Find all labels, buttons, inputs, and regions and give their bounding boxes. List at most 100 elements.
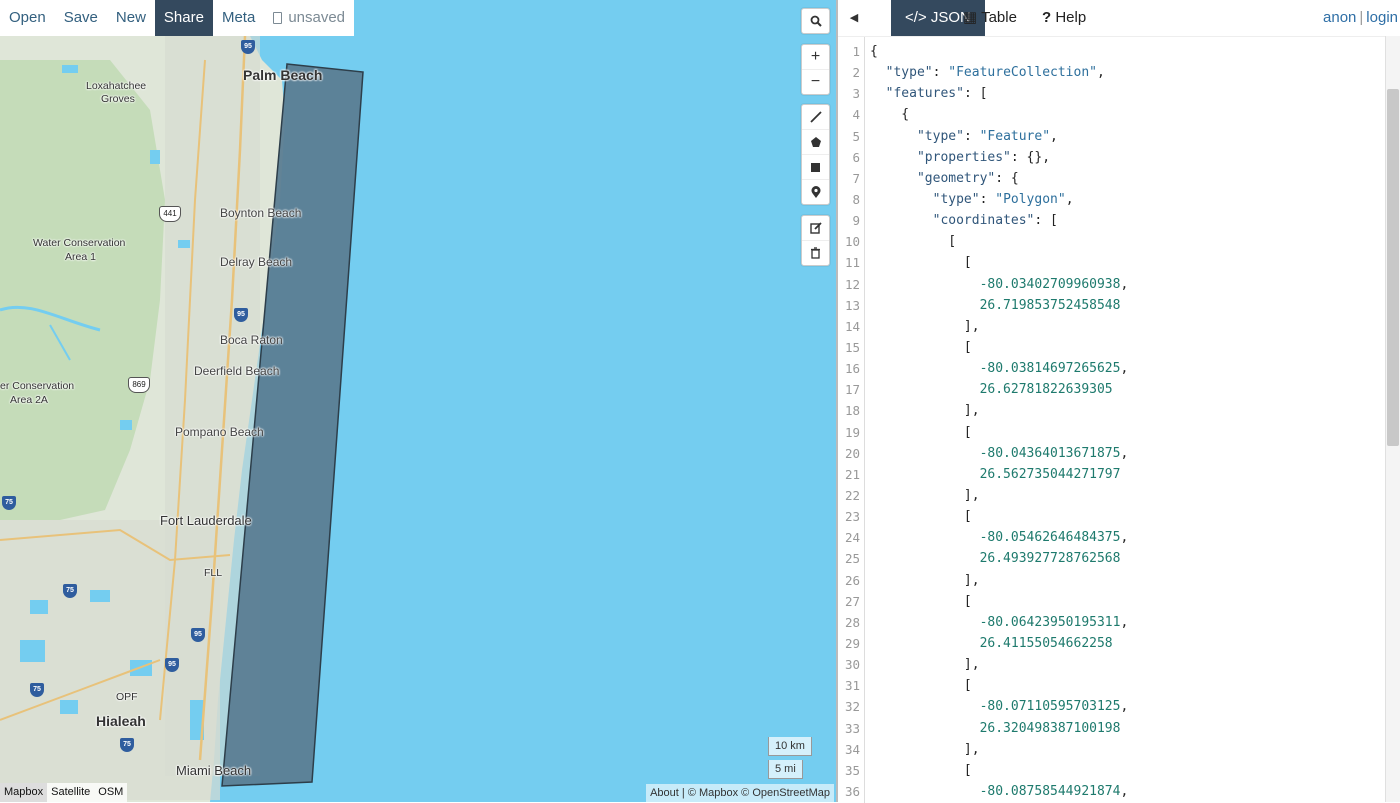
layer-switcher: Mapbox Satellite OSM bbox=[0, 783, 128, 802]
code-line: 4 { bbox=[838, 104, 1383, 125]
user-menu: anon | login bbox=[1323, 0, 1398, 36]
code-line: 28 -80.06423950195311, bbox=[838, 612, 1383, 633]
layer-osm[interactable]: OSM bbox=[94, 783, 127, 802]
code-text: -80.03402709960938, bbox=[979, 276, 1129, 292]
search-icon bbox=[810, 15, 822, 27]
attribution: About | © Mapbox © OpenStreetMap bbox=[646, 784, 834, 802]
line-number: 17 bbox=[844, 382, 860, 398]
map-label-loxahatchee: Loxahatchee bbox=[86, 80, 147, 92]
code-line: 10 [ bbox=[838, 231, 1383, 252]
code-line: 32 -80.07110595703125, bbox=[838, 696, 1383, 717]
map-canvas[interactable]: Palm Beach Loxahatchee Groves Boynton Be… bbox=[0, 0, 836, 802]
open-button[interactable]: Open bbox=[0, 0, 55, 36]
line-number: 20 bbox=[844, 445, 860, 461]
code-text: [ bbox=[870, 255, 972, 271]
code-line: 7 "geometry": { bbox=[838, 168, 1383, 189]
code-line: 6 "properties": {}, bbox=[838, 147, 1383, 168]
line-number: 9 bbox=[852, 213, 860, 229]
share-button[interactable]: Share bbox=[154, 0, 213, 36]
zoom-out-button[interactable]: − bbox=[802, 69, 829, 94]
collapse-triangle-icon[interactable]: ◀ bbox=[846, 0, 862, 36]
zoom-in-button[interactable]: + bbox=[802, 45, 829, 69]
search-button[interactable] bbox=[802, 9, 829, 33]
map-label-water-conservation-2a: er Conservation bbox=[0, 380, 75, 392]
line-number: 27 bbox=[844, 593, 860, 609]
layer-satellite[interactable]: Satellite bbox=[47, 783, 94, 802]
line-number: 4 bbox=[852, 107, 860, 123]
code-text: "type": "Feature", bbox=[916, 128, 1058, 144]
map-label-pompano: Pompano Beach bbox=[175, 425, 264, 439]
rectangle-icon bbox=[811, 162, 820, 172]
map-label-palm-beach: Palm Beach bbox=[243, 67, 323, 83]
lake bbox=[20, 640, 45, 662]
code-text: "type": "Polygon", bbox=[932, 191, 1074, 207]
code-text: 26.719853752458548 bbox=[979, 297, 1121, 313]
line-number: 2 bbox=[852, 65, 860, 81]
line-number: 24 bbox=[844, 530, 860, 546]
code-text: "type": "FeatureCollection", bbox=[885, 65, 1105, 81]
edit-button[interactable] bbox=[802, 216, 829, 240]
code-text: 26.493927728762568 bbox=[979, 551, 1121, 567]
save-button[interactable]: Save bbox=[55, 0, 107, 36]
new-button[interactable]: New bbox=[107, 0, 155, 36]
code-text: [ bbox=[870, 424, 972, 440]
code-line: 27 [ bbox=[838, 591, 1383, 612]
code-line: 30 ], bbox=[838, 654, 1383, 675]
edit-control bbox=[801, 215, 830, 266]
map-label-deerfield: Deerfield Beach bbox=[194, 364, 280, 378]
code-text: -80.08758544921874, bbox=[979, 783, 1129, 799]
code-line: 29 26.41155054662258 bbox=[838, 633, 1383, 654]
code-text: [ bbox=[870, 762, 972, 778]
user-separator: | bbox=[1359, 9, 1364, 26]
basemap bbox=[0, 35, 364, 802]
anon-link[interactable]: anon bbox=[1323, 9, 1356, 26]
meta-button[interactable]: Meta bbox=[213, 0, 264, 36]
line-number: 5 bbox=[852, 128, 860, 144]
line-icon bbox=[809, 111, 822, 123]
interstate-shield-75: 75 bbox=[63, 584, 77, 598]
scrollbar-thumb[interactable] bbox=[1387, 89, 1399, 446]
draw-marker-button[interactable] bbox=[802, 179, 829, 204]
line-number: 23 bbox=[844, 509, 860, 525]
line-number: 12 bbox=[844, 276, 860, 292]
unsaved-label: unsaved bbox=[288, 9, 346, 26]
unsaved-status: unsaved bbox=[264, 0, 354, 36]
code-text: ], bbox=[870, 487, 980, 503]
line-number: 34 bbox=[844, 741, 860, 757]
code-text: -80.04364013671875, bbox=[979, 445, 1129, 461]
code-line: 34 ], bbox=[838, 739, 1383, 760]
lake bbox=[90, 590, 110, 602]
login-link[interactable]: login bbox=[1366, 9, 1398, 26]
delete-button[interactable] bbox=[802, 240, 829, 265]
draw-line-button[interactable] bbox=[802, 105, 829, 129]
code-line: 35 [ bbox=[838, 760, 1383, 781]
code-text: ], bbox=[870, 572, 980, 588]
attribution-text[interactable]: © Mapbox © OpenStreetMap bbox=[688, 787, 830, 799]
map-label-water-conservation-1: Water Conservation bbox=[33, 237, 126, 249]
line-number: 25 bbox=[844, 551, 860, 567]
code-text: -80.05462646484375, bbox=[979, 530, 1129, 546]
tab-table[interactable]: ▦ Table bbox=[949, 0, 1031, 36]
code-text: -80.06423950195311, bbox=[979, 614, 1129, 630]
draw-polygon-button[interactable] bbox=[802, 129, 829, 154]
about-link[interactable]: About bbox=[650, 787, 679, 799]
draw-rectangle-button[interactable] bbox=[802, 154, 829, 179]
code-line: 18 ], bbox=[838, 400, 1383, 421]
line-number: 19 bbox=[844, 424, 860, 440]
question-icon: ? bbox=[1042, 9, 1052, 26]
json-editor[interactable]: 1{2 "type": "FeatureCollection", 3 "featu… bbox=[838, 36, 1400, 803]
layer-mapbox[interactable]: Mapbox bbox=[0, 783, 48, 802]
line-number: 29 bbox=[844, 635, 860, 651]
line-number: 14 bbox=[844, 318, 860, 334]
line-number: 3 bbox=[852, 86, 860, 102]
interstate-shield-95: 95 bbox=[165, 658, 179, 672]
code-text: ], bbox=[870, 741, 980, 757]
plus-icon: + bbox=[810, 48, 821, 65]
editor-scrollbar[interactable] bbox=[1385, 36, 1400, 802]
code-line: 15 [ bbox=[838, 337, 1383, 358]
line-number: 11 bbox=[844, 255, 860, 271]
tab-help[interactable]: ? Help bbox=[1028, 0, 1100, 36]
line-number: 7 bbox=[852, 170, 860, 186]
search-control bbox=[801, 8, 830, 34]
map-label-delray: Delray Beach bbox=[220, 255, 293, 269]
